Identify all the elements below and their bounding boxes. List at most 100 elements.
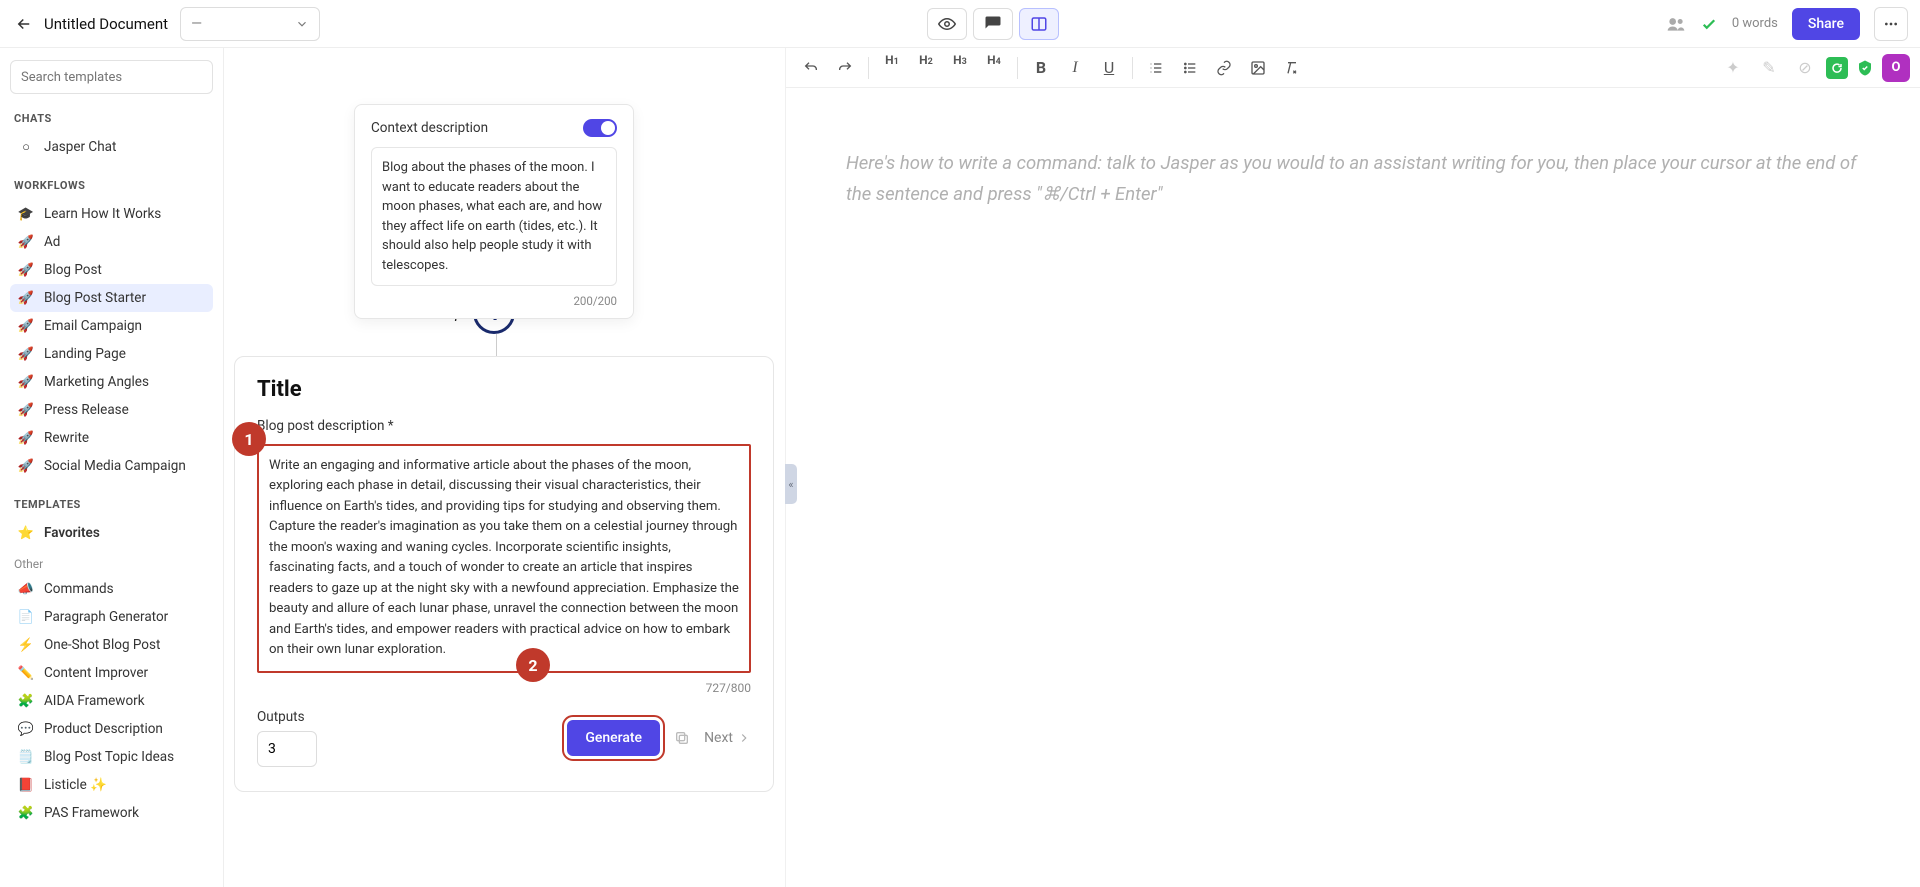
redo-button[interactable] bbox=[830, 53, 860, 83]
chevron-right-icon bbox=[737, 731, 751, 745]
template-icon: ✏️ bbox=[18, 665, 34, 681]
share-button[interactable]: Share bbox=[1792, 8, 1860, 40]
clear-format-icon bbox=[1284, 60, 1300, 76]
rocket-icon: 🚀 bbox=[18, 290, 34, 306]
cancel-button[interactable]: ⊘ bbox=[1790, 53, 1820, 83]
desc-textarea[interactable]: Write an engaging and informative articl… bbox=[257, 444, 751, 673]
sidebar-item[interactable]: 💬Product Description bbox=[10, 715, 213, 743]
outputs-label: Outputs bbox=[257, 709, 317, 725]
template-select[interactable]: — bbox=[180, 7, 320, 41]
more-button[interactable] bbox=[1874, 7, 1908, 41]
sidebar-item-label: Commands bbox=[44, 581, 114, 597]
grammarly-icon[interactable] bbox=[1826, 57, 1848, 79]
search-templates-input[interactable] bbox=[10, 60, 213, 94]
undo-button[interactable] bbox=[796, 53, 826, 83]
shield-icon[interactable] bbox=[1854, 57, 1876, 79]
split-view-icon bbox=[1030, 15, 1048, 33]
sidebar-item-label: Marketing Angles bbox=[44, 374, 149, 390]
sidebar-item[interactable]: 🚀Press Release bbox=[10, 396, 213, 424]
checkmark-icon bbox=[1700, 15, 1718, 33]
eye-icon bbox=[938, 15, 956, 33]
sidebar-item[interactable]: 🚀Social Media Campaign bbox=[10, 452, 213, 480]
callout-2: 2 bbox=[516, 648, 550, 682]
clear-format-button[interactable] bbox=[1277, 53, 1307, 83]
doc-title[interactable]: Untitled Document bbox=[44, 15, 168, 33]
sidebar-item[interactable]: 🚀 Email Campaign bbox=[10, 312, 213, 340]
generate-button[interactable]: Generate bbox=[567, 720, 660, 756]
split-view-button[interactable] bbox=[1019, 8, 1059, 40]
sidebar-item[interactable]: 🚀Blog Post bbox=[10, 256, 213, 284]
sidebar-item[interactable]: ✏️Content Improver bbox=[10, 659, 213, 687]
underline-button[interactable]: U bbox=[1094, 53, 1124, 83]
context-title: Context description bbox=[371, 120, 488, 136]
context-toggle[interactable] bbox=[583, 119, 617, 137]
context-textarea[interactable]: Blog about the phases of the moon. I wan… bbox=[371, 147, 617, 286]
next-button[interactable]: Next bbox=[704, 730, 751, 746]
sidebar-item-label: Email Campaign bbox=[44, 318, 142, 334]
favorites-item[interactable]: ⭐ Favorites bbox=[10, 519, 213, 547]
sidebar-item-label: Rewrite bbox=[44, 430, 89, 446]
sidebar-item-label: Landing Page bbox=[44, 346, 126, 362]
copy-icon[interactable] bbox=[674, 730, 690, 746]
ordered-list-button[interactable] bbox=[1141, 53, 1171, 83]
header-right: 0 words Share bbox=[1666, 7, 1908, 41]
chat-button[interactable] bbox=[973, 8, 1013, 40]
title-card: Title Blog post description * Write an e… bbox=[234, 356, 774, 792]
sidebar-item[interactable]: 🚀Ad bbox=[10, 228, 213, 256]
editor-body[interactable]: « Here's how to write a command: talk to… bbox=[786, 88, 1920, 887]
preview-button[interactable] bbox=[927, 8, 967, 40]
template-icon: 📄 bbox=[18, 609, 34, 625]
sidebar-item-label: Learn How It Works bbox=[44, 206, 161, 222]
sidebar-item-label: Listicle ✨ bbox=[44, 777, 107, 793]
sidebar-item[interactable]: ○Jasper Chat bbox=[10, 133, 213, 161]
sidebar-item[interactable]: ⚡One-Shot Blog Post bbox=[10, 631, 213, 659]
word-count: 0 words bbox=[1732, 16, 1778, 31]
main-body: CHATS ○Jasper Chat WORKFLOWS 🎓Learn How … bbox=[0, 48, 1920, 887]
arrow-left-icon bbox=[15, 15, 33, 33]
back-button[interactable] bbox=[12, 12, 36, 36]
sidebar-item[interactable]: 🚀Landing Page bbox=[10, 340, 213, 368]
chat-icon bbox=[984, 15, 1002, 33]
image-button[interactable] bbox=[1243, 53, 1273, 83]
step-connector bbox=[496, 334, 497, 358]
sidebar-item[interactable]: 📄Paragraph Generator bbox=[10, 603, 213, 631]
link-button[interactable] bbox=[1209, 53, 1239, 83]
collapse-handle[interactable]: « bbox=[785, 464, 797, 504]
sidebar-item[interactable]: 🚀Rewrite bbox=[10, 424, 213, 452]
bold-button[interactable]: B bbox=[1026, 53, 1056, 83]
section-workflows: WORKFLOWS bbox=[14, 179, 213, 192]
chat-circle-icon: ○ bbox=[18, 139, 34, 155]
unordered-list-button[interactable] bbox=[1175, 53, 1205, 83]
wand-button[interactable]: ✦ bbox=[1718, 53, 1748, 83]
pen-button[interactable]: ✎ bbox=[1754, 53, 1784, 83]
desc-count: 727/800 bbox=[257, 681, 751, 695]
h4-button[interactable]: H4 bbox=[979, 53, 1009, 83]
sidebar-item[interactable]: 🚀 Marketing Angles bbox=[10, 368, 213, 396]
sidebar-item[interactable]: 🗒️Blog Post Topic Ideas bbox=[10, 743, 213, 771]
context-count: 200/200 bbox=[371, 294, 617, 308]
sidebar-item[interactable]: 🧩PAS Framework bbox=[10, 799, 213, 827]
section-chats: CHATS bbox=[14, 112, 213, 125]
outputs-input[interactable] bbox=[257, 731, 317, 767]
sidebar-item[interactable]: 🧩AIDA Framework bbox=[10, 687, 213, 715]
rocket-icon: 🚀 bbox=[18, 374, 34, 390]
h2-button[interactable]: H2 bbox=[911, 53, 941, 83]
workflow-panel: Context description Blog about the phase… bbox=[224, 48, 786, 887]
sidebar-item-label: Ad bbox=[44, 234, 60, 250]
sidebar-item-label: PAS Framework bbox=[44, 805, 139, 821]
user-avatar[interactable]: O bbox=[1882, 54, 1910, 82]
h1-button[interactable]: H1 bbox=[877, 53, 907, 83]
italic-button[interactable]: I bbox=[1060, 53, 1090, 83]
sidebar-item-label: Product Description bbox=[44, 721, 163, 737]
h3-button[interactable]: H3 bbox=[945, 53, 975, 83]
template-icon: ⚡ bbox=[18, 637, 34, 653]
sidebar-item[interactable]: 🎓Learn How It Works bbox=[10, 200, 213, 228]
rocket-icon: 🚀 bbox=[18, 318, 34, 334]
link-icon bbox=[1216, 60, 1232, 76]
sidebar-item[interactable]: 🚀Blog Post Starter bbox=[10, 284, 213, 312]
rocket-icon: 🚀 bbox=[18, 458, 34, 474]
image-icon bbox=[1250, 60, 1266, 76]
collaborators-icon[interactable] bbox=[1666, 14, 1686, 34]
sidebar-item[interactable]: 📕Listicle ✨ bbox=[10, 771, 213, 799]
sidebar-item[interactable]: 📣Commands bbox=[10, 575, 213, 603]
